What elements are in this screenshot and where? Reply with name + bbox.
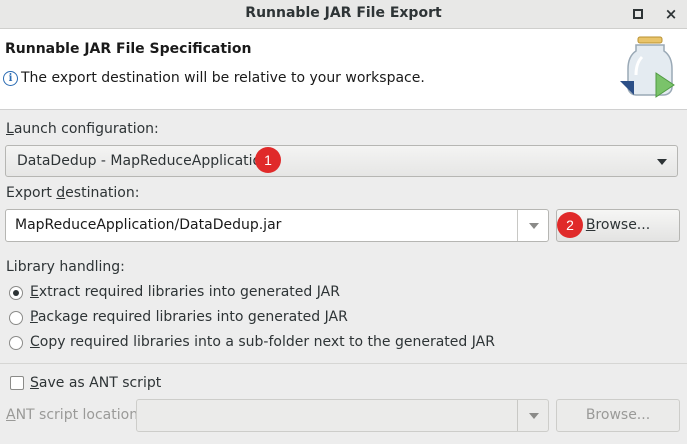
wizard-header: Runnable JAR File Specification i The ex… [0, 29, 687, 110]
close-button[interactable]: × [661, 4, 681, 24]
info-text: The export destination will be relative … [21, 70, 425, 86]
radio-label: Copy required libraries into a sub-folde… [30, 334, 495, 350]
close-icon: × [664, 5, 678, 23]
launch-configuration-label: Launch configuration: [6, 121, 159, 137]
library-handling-label: Library handling: [6, 259, 125, 275]
info-icon: i [3, 71, 18, 86]
title-bar: Runnable JAR File Export × [0, 0, 687, 29]
export-destination-field[interactable]: MapReduceApplication/DataDedup.jar [5, 209, 549, 242]
radio-button[interactable] [9, 286, 23, 300]
ant-browse-button[interactable]: Browse... [556, 399, 680, 432]
annotation-badge-2: 2 [557, 212, 583, 238]
radio-label: Extract required libraries into generate… [30, 284, 340, 300]
radio-button[interactable] [9, 336, 23, 350]
annotation-badge-1: 1 [255, 147, 281, 173]
ant-script-location-label: ANT script location: [6, 407, 143, 423]
jar-export-wizard-icon [616, 35, 680, 99]
launch-configuration-select[interactable]: DataDedup - MapReduceApplication [5, 145, 678, 177]
radio-label: Package required libraries into generate… [30, 309, 348, 325]
chevron-down-icon[interactable] [529, 223, 539, 229]
export-destination-label: Export destination: [6, 185, 140, 201]
chevron-down-icon [657, 159, 667, 165]
maximize-icon [633, 9, 643, 19]
dropdown-separator [517, 400, 518, 431]
section-divider [0, 363, 687, 364]
export-destination-value: MapReduceApplication/DataDedup.jar [15, 217, 282, 233]
window-title: Runnable JAR File Export [245, 5, 442, 21]
save-as-ant-script-label[interactable]: Save as ANT script [30, 375, 161, 391]
save-as-ant-script-checkbox[interactable] [10, 376, 24, 390]
ant-script-location-field[interactable] [136, 399, 549, 432]
page-title: Runnable JAR File Specification [5, 41, 252, 57]
radio-button[interactable] [9, 311, 23, 325]
maximize-button[interactable] [627, 4, 647, 24]
dropdown-separator [517, 210, 518, 241]
launch-configuration-value: DataDedup - MapReduceApplication [17, 153, 270, 169]
chevron-down-icon[interactable] [529, 413, 539, 419]
